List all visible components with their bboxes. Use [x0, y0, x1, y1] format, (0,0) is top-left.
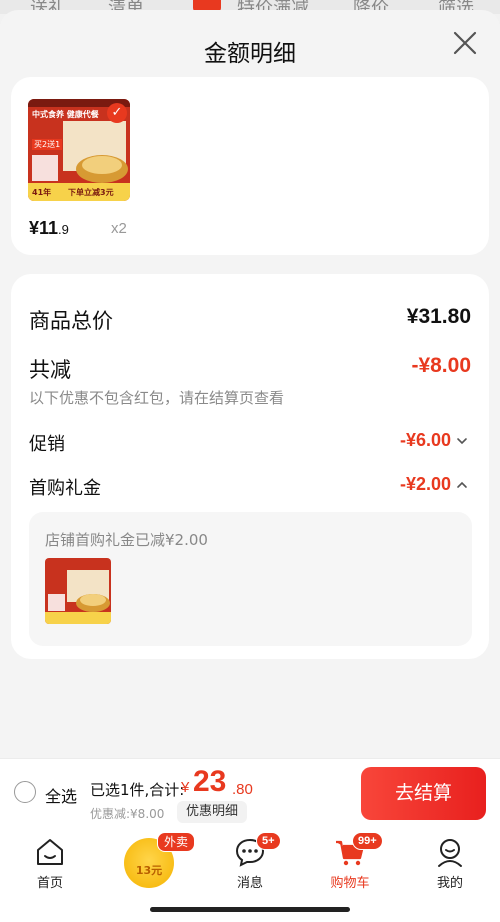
- tab-profile[interactable]: 我的: [400, 828, 500, 898]
- total-value: ¥31.80: [406, 305, 471, 328]
- product-thumbnail[interactable]: 中式食养 健康代餐 买2送1 41年 下单立减3元 ✓: [28, 99, 130, 201]
- reduce-label: 共减: [29, 358, 71, 382]
- price-summary-card: 商品总价 ¥31.80 共减 -¥8.00 以下优惠不包含红包，请在结算页查看 …: [11, 274, 489, 659]
- waimai-amount: 13元: [135, 864, 163, 877]
- price-dec: .9: [58, 222, 69, 237]
- select-all-radio[interactable]: [14, 781, 36, 803]
- price-int: ¥11: [29, 218, 59, 238]
- discount-amount-text: 优惠减:¥8.00: [90, 807, 165, 821]
- total-amount-dec: .80: [232, 781, 253, 798]
- gift-detail-text: 店铺首购礼金已减¥2.00: [45, 531, 208, 549]
- discount-detail-button[interactable]: 优惠明细: [177, 801, 247, 823]
- tab-messages[interactable]: 5+ 消息: [200, 828, 300, 898]
- total-amount-int: 23: [193, 765, 227, 798]
- profile-icon: [438, 839, 462, 867]
- gift-value[interactable]: -¥2.00: [400, 474, 451, 495]
- tab-home[interactable]: 首页: [0, 828, 100, 898]
- product-price: ¥11.9: [29, 218, 69, 239]
- home-indicator: [150, 907, 350, 912]
- thumbnail-banner: 下单立减3元: [68, 188, 114, 197]
- tab-cart[interactable]: 99+ 购物车: [300, 828, 400, 898]
- checkmark-icon: ✓: [107, 103, 127, 123]
- checkout-button[interactable]: 去结算: [361, 767, 486, 820]
- home-icon: [37, 839, 63, 865]
- thumbnail-years: 41年: [32, 188, 52, 197]
- amount-detail-sheet: 金额明细 中式食养 健康代餐 买2送1 41年 下单立减3元 ✓ ¥11.9 x…: [0, 10, 500, 770]
- product-quantity: x2: [111, 220, 127, 237]
- product-card: 中式食养 健康代餐 买2送1 41年 下单立减3元 ✓ ¥11.9 x2: [11, 77, 489, 255]
- gift-label[interactable]: 首购礼金: [29, 474, 101, 500]
- cart-badge: 99+: [352, 832, 383, 850]
- reduce-value: -¥8.00: [411, 354, 471, 377]
- thumbnail-headline: 中式食养 健康代餐: [32, 110, 99, 119]
- promo-label[interactable]: 促销: [29, 430, 65, 456]
- selected-count-text: 已选1件,合计:: [90, 781, 185, 799]
- select-all-label[interactable]: 全选: [45, 783, 77, 807]
- gift-detail-box: 店铺首购礼金已减¥2.00: [29, 512, 472, 646]
- gift-product-thumbnail: [45, 558, 111, 624]
- chevron-down-icon[interactable]: [455, 434, 469, 448]
- thumbnail-promo: 买2送1: [32, 139, 63, 150]
- tab-home-label: 首页: [36, 876, 63, 891]
- tab-waimai[interactable]: 13元 外卖: [100, 828, 200, 898]
- chevron-up-icon[interactable]: [455, 478, 469, 492]
- total-label: 商品总价: [29, 309, 113, 333]
- checkout-bar: 全选 已选1件,合计: ¥ 23 .80 优惠减:¥8.00 优惠明细 去结算: [0, 758, 500, 828]
- total-currency: ¥: [181, 779, 190, 796]
- product-image: [45, 558, 111, 624]
- tab-cart-label: 购物车: [330, 876, 370, 891]
- tab-messages-label: 消息: [236, 876, 263, 891]
- discount-note: 以下优惠不包含红包，请在结算页查看: [29, 389, 285, 407]
- waimai-badge: 外卖: [157, 832, 196, 852]
- tab-profile-label: 我的: [436, 876, 463, 891]
- promo-value[interactable]: -¥6.00: [400, 430, 451, 451]
- sheet-title: 金额明细: [204, 41, 296, 67]
- message-badge: 5+: [256, 832, 281, 850]
- close-icon[interactable]: [452, 30, 478, 56]
